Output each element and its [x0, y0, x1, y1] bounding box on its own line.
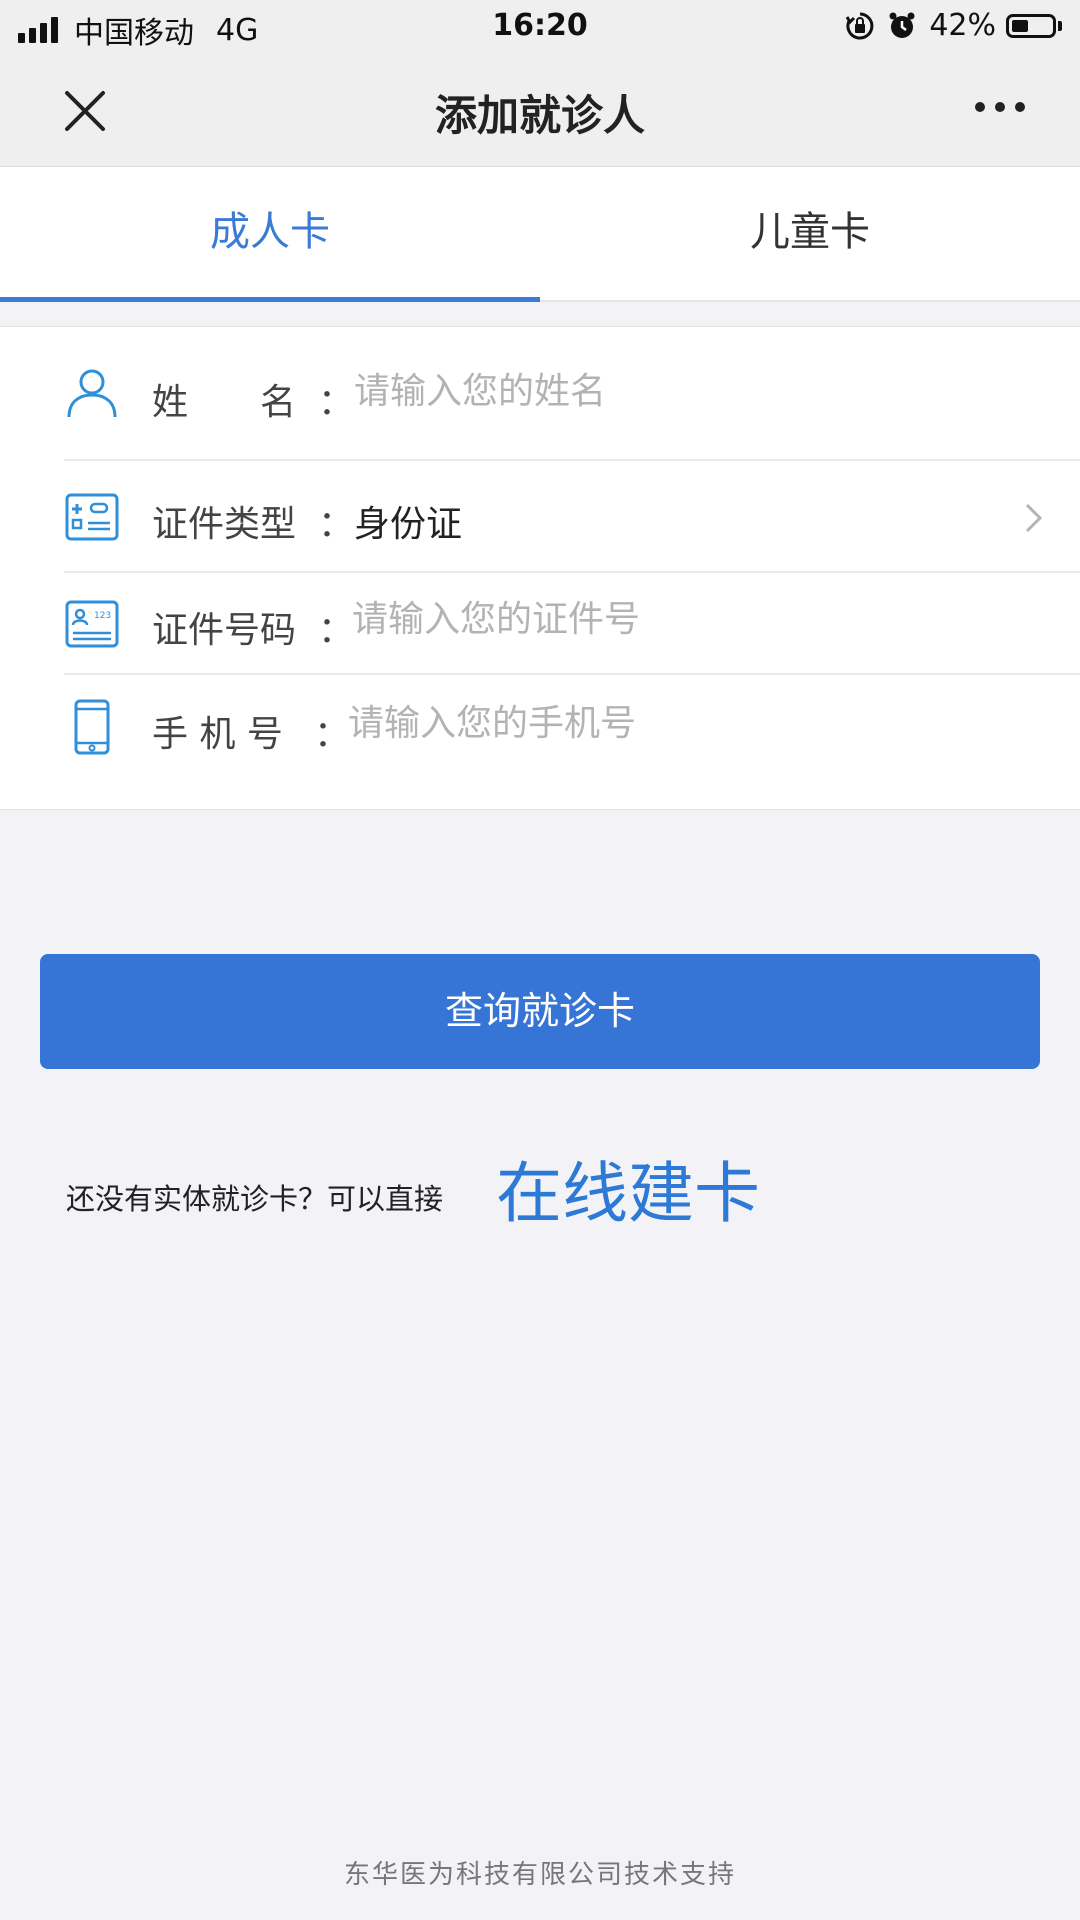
- id-type-label: 证件类型: [152, 504, 297, 545]
- battery-icon: [1006, 13, 1056, 38]
- phone-row: 手 机 号 ：: [0, 675, 1080, 809]
- phone-colon: ：: [314, 714, 351, 755]
- chevron-right-icon: [1025, 503, 1043, 533]
- id-number-row: 123 证件号码 ：: [0, 573, 1080, 675]
- name-row: 姓 名 ：: [0, 327, 1080, 461]
- tab-child-card[interactable]: 儿童卡: [540, 167, 1080, 300]
- id-number-label: 证件号码: [152, 610, 297, 651]
- more-icon: [975, 102, 985, 112]
- online-prompt: 还没有实体就诊卡？可以直接: [66, 1182, 444, 1216]
- id-type-colon: ：: [318, 504, 355, 545]
- phone-label: 手 机 号: [152, 714, 283, 755]
- nav-bar: 添加就诊人: [0, 56, 1080, 167]
- id-card-icon: 123: [65, 600, 119, 648]
- more-icon-dot: [1015, 102, 1025, 112]
- name-label: 姓 名: [152, 382, 297, 423]
- id-type-row[interactable]: 证件类型 ： 身份证: [0, 461, 1080, 573]
- phone-icon: [74, 699, 110, 755]
- name-input[interactable]: [354, 371, 974, 412]
- card-type-tabs: 成人卡 儿童卡: [0, 167, 1080, 302]
- more-button[interactable]: [965, 102, 1025, 112]
- id-number-input[interactable]: [352, 599, 972, 640]
- battery-fill: [1012, 19, 1028, 32]
- tab-adult-card[interactable]: 成人卡: [0, 167, 540, 302]
- person-icon: [67, 369, 117, 418]
- status-bar: 中国移动 4G 16:20 42%: [0, 0, 1080, 56]
- page-title: 添加就诊人: [434, 91, 645, 140]
- footer-text: 东华医为科技有限公司技术支持: [343, 1860, 736, 1890]
- id-number-colon: ：: [318, 610, 355, 651]
- status-right: 42%: [845, 8, 1062, 43]
- id-type-value: 身份证: [354, 504, 463, 545]
- id-type-icon: [65, 493, 119, 541]
- query-card-button[interactable]: 查询就诊卡: [40, 954, 1040, 1069]
- phone-input[interactable]: [348, 703, 968, 744]
- svg-text:123: 123: [94, 611, 111, 621]
- more-icon-dot: [995, 102, 1005, 112]
- battery-percent: 42%: [929, 8, 996, 43]
- name-colon: ：: [318, 382, 355, 423]
- battery-cap: [1058, 20, 1062, 31]
- rotation-lock-icon: [846, 12, 874, 39]
- online-create-card-link[interactable]: 在线建卡: [496, 1140, 760, 1236]
- alarm-icon: [889, 12, 915, 38]
- patient-form: 姓 名 ： 证件类型 ： 身份证 123 证件号码 ：: [0, 326, 1080, 810]
